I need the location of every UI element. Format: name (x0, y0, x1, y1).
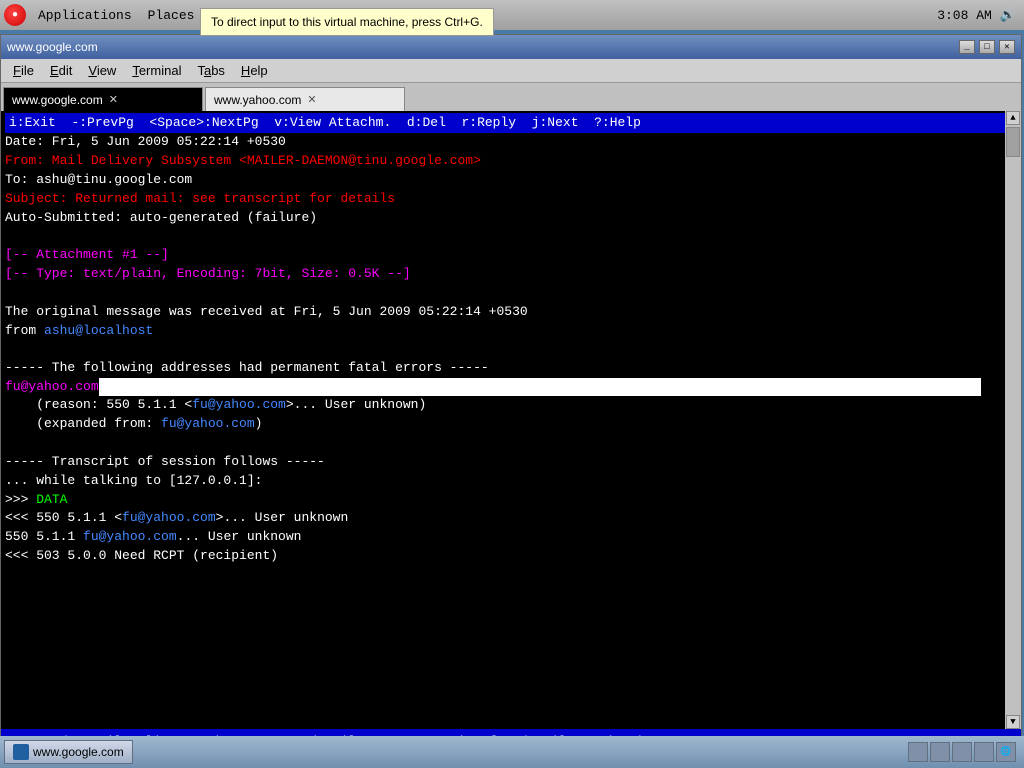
scroll-thumb[interactable] (1006, 127, 1020, 157)
scroll-down[interactable]: ▼ (1006, 715, 1020, 729)
email-reason: (reason: 550 5.1.1 <fu@yahoo.com>... Use… (5, 396, 1017, 415)
system-bar: ● Applications Places System 3:08 AM 🔊 (0, 0, 1024, 30)
clock: 3:08 AM (937, 8, 992, 23)
taskbar-right: 🌐 (908, 742, 1016, 762)
window-controls: _ □ ✕ (959, 40, 1015, 54)
blank-line-2 (5, 284, 1017, 303)
email-addr-line: fu@yahoo.com (5, 378, 1017, 396)
tab-yahoo-label: www.yahoo.com (214, 93, 301, 107)
email-resp3: <<< 503 5.0.0 Need RCPT (recipient) (5, 547, 1017, 566)
edit-menu[interactable]: Edit (42, 61, 80, 80)
email-fatal-errors: ----- The following addresses had perman… (5, 359, 1017, 378)
file-menu[interactable]: File (5, 61, 42, 80)
email-original: The original message was received at Fri… (5, 303, 1017, 322)
menu-bar: File Edit View Terminal Tabs Help (1, 59, 1021, 83)
system-tray: 3:08 AM 🔊 (937, 8, 1016, 23)
email-from2: from ashu@localhost (5, 322, 1017, 341)
email-transcript: ----- Transcript of session follows ----… (5, 453, 1017, 472)
terminal-window: www.google.com _ □ ✕ File Edit View Term… (0, 34, 1022, 754)
tab-bar: www.google.com ✕ www.yahoo.com ✕ (1, 83, 1021, 111)
email-attachment1: [-- Attachment #1 --] (5, 246, 1017, 265)
taskbar: www.google.com 🌐 (0, 736, 1024, 768)
tray-btn-5[interactable]: 🌐 (996, 742, 1016, 762)
tab-yahoo-close[interactable]: ✕ (307, 93, 316, 106)
help-menu[interactable]: Help (233, 61, 276, 80)
email-from: From: Mail Delivery Subsystem <MAILER-DA… (5, 152, 1017, 171)
tab-google-label: www.google.com (12, 93, 103, 107)
tabs-menu[interactable]: Tabs (189, 61, 232, 80)
email-resp2: 550 5.1.1 fu@yahoo.com... User unknown (5, 528, 1017, 547)
blank-line-1 (5, 227, 1017, 246)
terminal-menu[interactable]: Terminal (124, 61, 189, 80)
volume-icon[interactable]: 🔊 (1000, 8, 1016, 23)
tab-google-close[interactable]: ✕ (109, 93, 118, 106)
tray-btn-4[interactable] (974, 742, 994, 762)
taskbar-terminal-button[interactable]: www.google.com (4, 740, 133, 764)
blank-line-3 (5, 340, 1017, 359)
email-date: Date: Fri, 5 Jun 2009 05:22:14 +0530 (5, 133, 1017, 152)
scrollbar[interactable]: ▲ ▼ (1005, 111, 1021, 729)
email-subject: Subject: Returned mail: see transcript f… (5, 190, 1017, 209)
tray-btn-3[interactable] (952, 742, 972, 762)
email-while: ... while talking to [127.0.0.1]: (5, 472, 1017, 491)
terminal-titlebar: www.google.com _ □ ✕ (1, 35, 1021, 59)
email-addr: fu@yahoo.com (5, 378, 99, 396)
email-expanded: (expanded from: fu@yahoo.com) (5, 415, 1017, 434)
tray-btn-1[interactable] (908, 742, 928, 762)
app-logo: ● (4, 4, 26, 26)
scroll-up[interactable]: ▲ (1006, 111, 1020, 125)
view-menu[interactable]: View (80, 61, 124, 80)
tray-btn-2[interactable] (930, 742, 950, 762)
applications-menu[interactable]: Applications (30, 6, 140, 25)
email-auto-submitted: Auto-Submitted: auto-generated (failure) (5, 209, 1017, 228)
terminal-task-icon (13, 744, 29, 760)
terminal-title: www.google.com (7, 40, 98, 54)
email-data: >>> DATA (5, 491, 1017, 510)
blank-line-4 (5, 434, 1017, 453)
addr-highlight (99, 378, 981, 396)
email-to: To: ashu@tinu.google.com (5, 171, 1017, 190)
command-bar: i:Exit -:PrevPg <Space>:NextPg v:View At… (5, 113, 1017, 133)
email-attachment2: [-- Type: text/plain, Encoding: 7bit, Si… (5, 265, 1017, 284)
taskbar-label: www.google.com (33, 745, 124, 759)
tab-google[interactable]: www.google.com ✕ (3, 87, 203, 111)
places-menu[interactable]: Places (140, 6, 203, 25)
tooltip-text: To direct input to this virtual machine,… (211, 15, 483, 29)
tooltip-box: To direct input to this virtual machine,… (200, 8, 494, 36)
email-resp1: <<< 550 5.1.1 <fu@yahoo.com>... User unk… (5, 509, 1017, 528)
tab-yahoo[interactable]: www.yahoo.com ✕ (205, 87, 405, 111)
terminal-content[interactable]: i:Exit -:PrevPg <Space>:NextPg v:View At… (1, 111, 1021, 725)
close-button[interactable]: ✕ (999, 40, 1015, 54)
minimize-button[interactable]: _ (959, 40, 975, 54)
maximize-button[interactable]: □ (979, 40, 995, 54)
